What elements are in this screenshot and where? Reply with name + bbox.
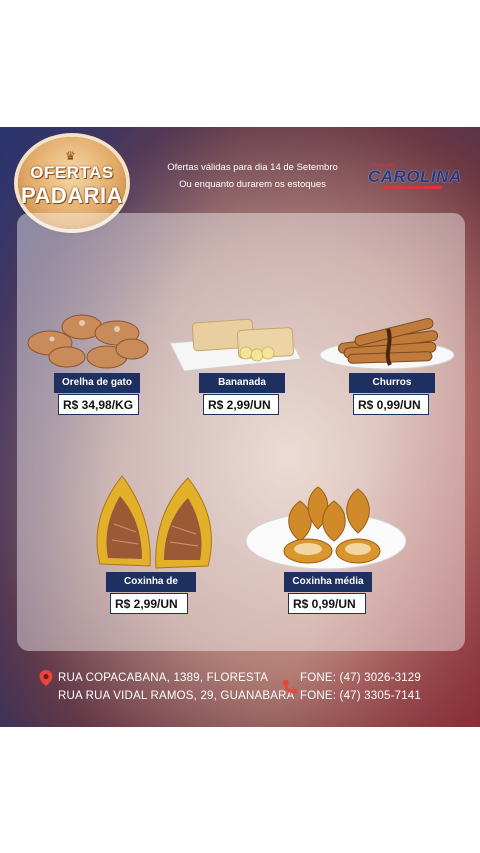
phone-icon xyxy=(283,680,297,694)
badge-line2: PADARIA xyxy=(20,183,124,208)
bananada-image xyxy=(169,318,302,372)
validity-notice: Ofertas válidas para dia 14 de Setembro … xyxy=(160,159,345,193)
product-name: Orelha de gato xyxy=(54,373,140,393)
coxinha-media-image xyxy=(245,486,407,570)
churros-image xyxy=(319,318,455,370)
phone-1: FONE: (47) 3026-3129 xyxy=(300,672,421,684)
product-price: R$ 2,99/UN xyxy=(110,593,188,614)
address-1: RUA COPACABANA, 1389, FLORESTA xyxy=(58,672,269,684)
product-name: Churros xyxy=(349,373,435,393)
logo-name: CAROLINA xyxy=(368,167,462,186)
product-price: R$ 2,99/UN xyxy=(203,394,279,415)
offers-flyer: ♛ OFERTAS PADARIA Ofertas válidas para d… xyxy=(0,127,480,727)
validity-line1: Ofertas válidas para dia 14 de Setembro xyxy=(167,162,338,173)
location-pin-icon xyxy=(39,670,53,686)
product-price: R$ 0,99/UN xyxy=(353,394,429,415)
products-panel xyxy=(17,213,465,651)
address-2: RUA RUA VIDAL RAMOS, 29, GUANABARA xyxy=(58,690,295,702)
badge-line1: OFERTAS xyxy=(30,163,114,182)
product-price: R$ 34,98/KG xyxy=(58,394,139,415)
orelha-de-gato-image xyxy=(27,314,149,369)
product-price: R$ 0,99/UN xyxy=(288,593,366,614)
validity-line2: Ou enquanto durarem os estoques xyxy=(179,179,326,190)
store-logo: mercado CAROLINA xyxy=(368,163,462,191)
phone-2: FONE: (47) 3305-7141 xyxy=(300,690,421,702)
coxinha-de-costela-image xyxy=(96,475,212,569)
logo-underline xyxy=(382,186,442,189)
product-name: Coxinha de costela xyxy=(106,572,196,607)
crown-icon: ♛ xyxy=(65,149,76,163)
product-name: Coxinha média xyxy=(284,572,372,592)
product-name: Bananada xyxy=(199,373,285,393)
